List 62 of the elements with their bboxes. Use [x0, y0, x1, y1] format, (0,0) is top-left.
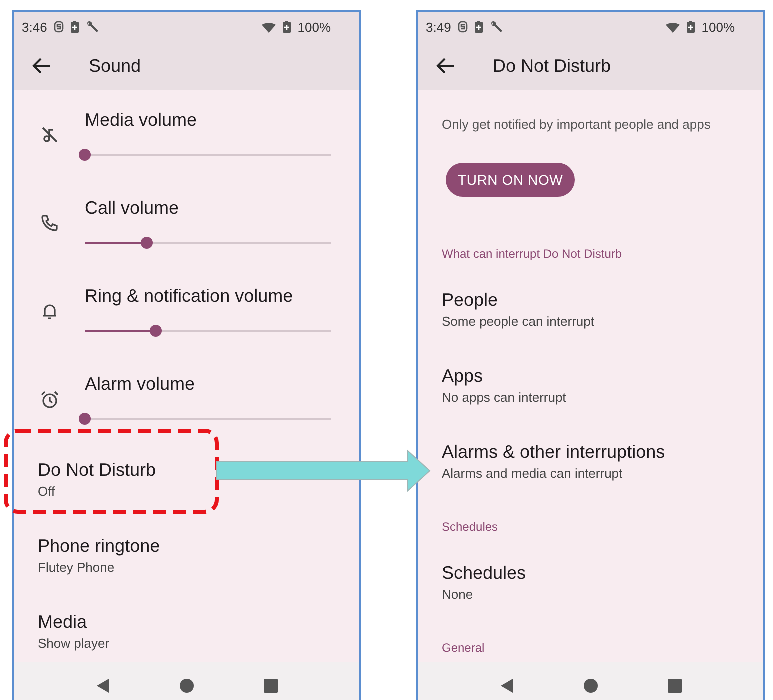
- settings-item[interactable]: People Some people can interrupt: [418, 272, 763, 348]
- slider-thumb[interactable]: [79, 149, 91, 161]
- back-icon[interactable]: [500, 679, 514, 693]
- back-arrow-icon[interactable]: [436, 56, 456, 76]
- item-summary: Some people can interrupt: [442, 313, 594, 331]
- section-header: What can interrupt Do Not Disturb: [442, 246, 622, 262]
- back-arrow-icon[interactable]: [32, 56, 52, 76]
- item-summary: Flutey Phone: [38, 559, 115, 577]
- item-title: Schedules: [442, 562, 526, 584]
- item-summary: Off: [38, 483, 56, 501]
- item-title: Phone ringtone: [38, 535, 160, 557]
- turn-on-button[interactable]: TURN ON NOW: [446, 163, 576, 197]
- slider-thumb[interactable]: [140, 237, 152, 249]
- battery-icon: [282, 21, 291, 33]
- screen-title: Do Not Disturb: [493, 56, 612, 76]
- wifi-icon: [666, 22, 680, 32]
- slider-label: Ring & notification volume: [85, 285, 294, 307]
- slider-thumb[interactable]: [150, 325, 162, 337]
- recents-icon[interactable]: [264, 679, 278, 693]
- bell-icon: [40, 302, 58, 320]
- slider-label: Media volume: [85, 109, 198, 131]
- s-badge-icon: [54, 21, 64, 33]
- battery-icon: [686, 21, 695, 33]
- slider-thumb[interactable]: [79, 413, 91, 425]
- battery-icon: [71, 21, 80, 33]
- phone-icon: [40, 214, 58, 232]
- section-header: General: [442, 640, 485, 656]
- alarm-clock-icon: [40, 390, 60, 410]
- battery-icon: [475, 21, 484, 33]
- wrench-icon: [86, 20, 100, 34]
- slider-label: Alarm volume: [85, 373, 196, 395]
- back-icon[interactable]: [96, 679, 110, 693]
- recents-icon[interactable]: [668, 679, 682, 693]
- item-title: Alarms & other interruptions: [442, 441, 666, 463]
- settings-item[interactable]: Schedules None: [418, 545, 763, 621]
- item-summary: Alarms and media can interrupt: [442, 465, 623, 483]
- wifi-icon: [262, 22, 276, 32]
- battery-percent: 100%: [298, 20, 331, 34]
- status-time: 3:49: [426, 20, 452, 34]
- home-icon[interactable]: [584, 679, 598, 693]
- screen-title: Sound: [89, 56, 142, 76]
- settings-item[interactable]: Phone ringtone Flutey Phone: [14, 518, 359, 594]
- s-badge-icon: [458, 21, 468, 33]
- battery-percent: 100%: [702, 20, 735, 34]
- slider-label: Call volume: [85, 197, 180, 219]
- status-time: 3:46: [22, 20, 48, 34]
- item-title: Do Not Disturb: [38, 459, 156, 481]
- muted-note-icon: [40, 126, 58, 144]
- settings-item[interactable]: Do Not Disturb Off: [14, 442, 359, 518]
- home-icon[interactable]: [180, 679, 194, 693]
- description-text: Only get notified by important people and apps: [441, 116, 712, 134]
- item-summary: Show player: [38, 635, 110, 653]
- item-title: People: [442, 289, 498, 311]
- item-title: Media: [38, 611, 88, 633]
- settings-item[interactable]: Apps No apps can interrupt: [418, 348, 763, 424]
- settings-item[interactable]: Alarms & other interruptions Alarms and media can interrupt: [418, 424, 763, 500]
- item-title: Apps: [442, 365, 484, 387]
- item-summary: No apps can interrupt: [442, 389, 566, 407]
- wrench-icon: [490, 20, 504, 34]
- item-summary: None: [442, 586, 474, 604]
- section-header: Schedules: [442, 519, 498, 535]
- settings-item[interactable]: Media Show player: [14, 594, 359, 662]
